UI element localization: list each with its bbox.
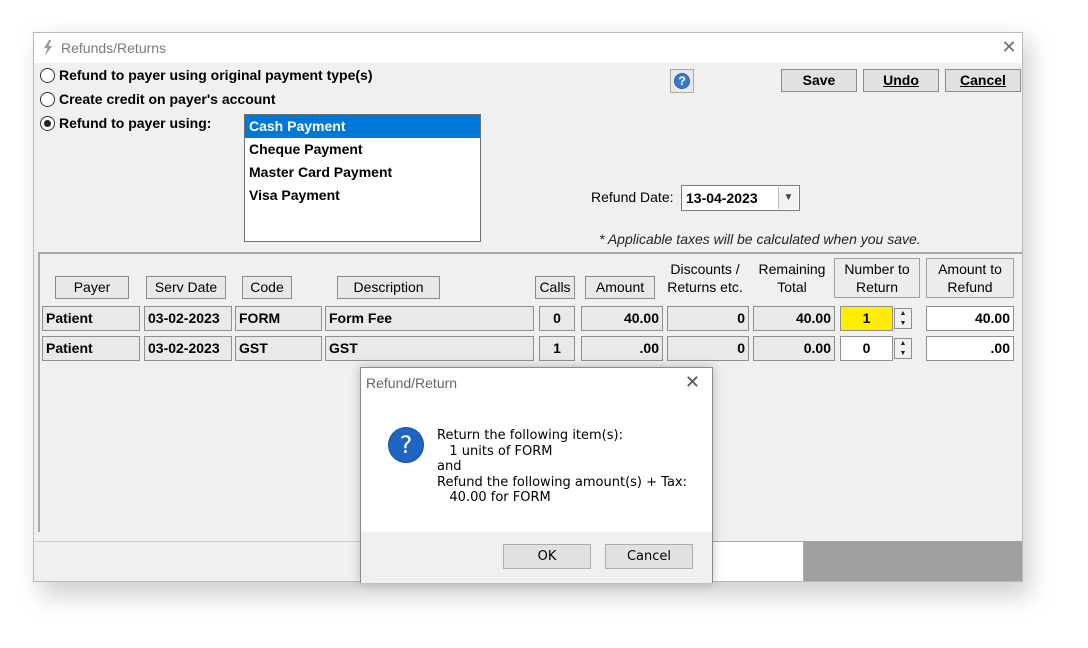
cancel-button[interactable]: Cancel [945, 69, 1021, 92]
cell-discounts: 0 [667, 336, 749, 361]
ok-button[interactable]: OK [503, 544, 591, 569]
header-discounts-line2: Returns etc. [667, 279, 743, 295]
header-refund-line1: Amount to [938, 261, 1002, 277]
cell-remaining: 0.00 [753, 336, 835, 361]
amount-to-refund-input[interactable]: .00 [926, 336, 1014, 361]
header-amount-to-refund[interactable]: Amount to Refund [926, 258, 1014, 298]
header-code-label: Code [250, 279, 284, 295]
cell-code: GST [235, 336, 322, 361]
number-to-return-input[interactable]: 0 [840, 336, 893, 361]
header-calls[interactable]: Calls [535, 276, 575, 299]
bottom-panel [712, 541, 804, 581]
cell-payer: Patient [42, 306, 140, 331]
header-payer-label: Payer [73, 279, 111, 295]
cell-payer: Patient [42, 336, 140, 361]
header-code[interactable]: Code [242, 276, 292, 299]
dialog-message-line2: 1 units of FORM [437, 443, 553, 459]
spinner-arrows-icon[interactable]: ▲ ▼ [894, 338, 912, 359]
window-title: Refunds/Returns [61, 40, 167, 56]
chevron-down-icon[interactable]: ▼ [778, 187, 798, 209]
payment-item-visa[interactable]: Visa Payment [245, 184, 480, 207]
header-refund-line2: Refund [947, 279, 993, 295]
header-description-label: Description [353, 279, 424, 295]
cell-code: FORM [235, 306, 322, 331]
title-bar: Refunds/Returns ✕ [34, 33, 1022, 63]
option-create-credit-label: Create credit on payer's account [59, 91, 276, 107]
cell-description: GST [325, 336, 534, 361]
app-lightning-icon [44, 40, 52, 56]
header-serv-date-label: Serv Date [154, 279, 218, 295]
number-to-return-input[interactable]: 1 [840, 306, 893, 331]
question-icon: ? [388, 427, 424, 463]
payment-item-mastercard[interactable]: Master Card Payment [245, 161, 480, 184]
cell-remaining: 40.00 [753, 306, 835, 331]
refund-date-picker[interactable]: 13-04-2023 ▼ [681, 185, 800, 211]
header-number-line1: Number to [844, 261, 910, 277]
save-button[interactable]: Save [781, 69, 857, 92]
dialog-close-button[interactable]: ✕ [685, 372, 700, 393]
dialog-message-line5: 40.00 for FORM [437, 490, 551, 506]
cancel-button-label: Cancel [960, 72, 1006, 88]
header-discounts: Discounts / Returns etc. [661, 260, 749, 296]
refund-return-dialog: Refund/Return ✕ ? Return the following i… [360, 367, 713, 583]
header-remaining-line1: Remaining [758, 261, 826, 277]
header-serv-date[interactable]: Serv Date [146, 276, 226, 299]
help-button[interactable]: ? [670, 69, 694, 93]
refund-date-value: 13-04-2023 [686, 190, 758, 206]
option-create-credit[interactable]: Create credit on payer's account [40, 91, 276, 107]
cell-calls: 0 [539, 306, 575, 331]
cell-amount: 40.00 [581, 306, 663, 331]
radio-refund-using[interactable] [40, 115, 55, 131]
refund-date-label: Refund Date: [591, 189, 674, 205]
undo-button-label: Undo [883, 72, 919, 88]
dialog-cancel-button[interactable]: Cancel [605, 544, 693, 569]
payment-item-cheque[interactable]: Cheque Payment [245, 138, 480, 161]
dialog-message-line3: and [437, 459, 462, 475]
payment-item-cash[interactable]: Cash Payment [245, 115, 480, 138]
dialog-message-line1: Return the following item(s): [437, 428, 623, 443]
header-number-line2: Return [855, 279, 899, 295]
option-refund-using-label: Refund to payer using: [59, 115, 212, 131]
header-description[interactable]: Description [337, 276, 440, 299]
dialog-title: Refund/Return [366, 375, 458, 391]
radio-original-payment[interactable] [40, 67, 55, 83]
option-refund-using[interactable]: Refund to payer using: [40, 115, 211, 131]
header-calls-label: Calls [539, 279, 571, 295]
cell-discounts: 0 [667, 306, 749, 331]
header-amount-label: Amount [595, 279, 645, 295]
cell-description: Form Fee [325, 306, 534, 331]
header-discounts-line1: Discounts / [670, 261, 740, 277]
cell-calls: 1 [539, 336, 575, 361]
undo-button[interactable]: Undo [863, 69, 939, 92]
tax-note: * Applicable taxes will be calculated wh… [599, 231, 921, 247]
header-number-to-return[interactable]: Number to Return [834, 258, 920, 298]
header-amount[interactable]: Amount [585, 276, 655, 299]
cell-amount: .00 [581, 336, 663, 361]
bottom-dark-panel [804, 541, 1022, 581]
header-remaining-line2: Total [777, 279, 807, 295]
payment-type-list[interactable]: Cash Payment Cheque Payment Master Card … [244, 114, 481, 242]
amount-to-refund-input[interactable]: 40.00 [926, 306, 1014, 331]
dialog-message: Return the following item(s): 1 units of… [437, 428, 687, 506]
radio-create-credit[interactable] [40, 91, 55, 107]
cell-serv-date: 03-02-2023 [144, 336, 232, 361]
spinner-arrows-icon[interactable]: ▲ ▼ [894, 308, 912, 329]
save-button-label: Save [802, 72, 836, 88]
header-payer[interactable]: Payer [55, 276, 129, 299]
option-original-payment-label: Refund to payer using original payment t… [59, 67, 373, 83]
window-close-button[interactable]: ✕ [996, 33, 1022, 63]
help-question-icon: ? [674, 73, 690, 89]
option-original-payment[interactable]: Refund to payer using original payment t… [40, 67, 372, 83]
cell-serv-date: 03-02-2023 [144, 306, 232, 331]
header-remaining: Remaining Total [752, 260, 832, 296]
dialog-message-line4: Refund the following amount(s) + Tax: [437, 474, 687, 490]
